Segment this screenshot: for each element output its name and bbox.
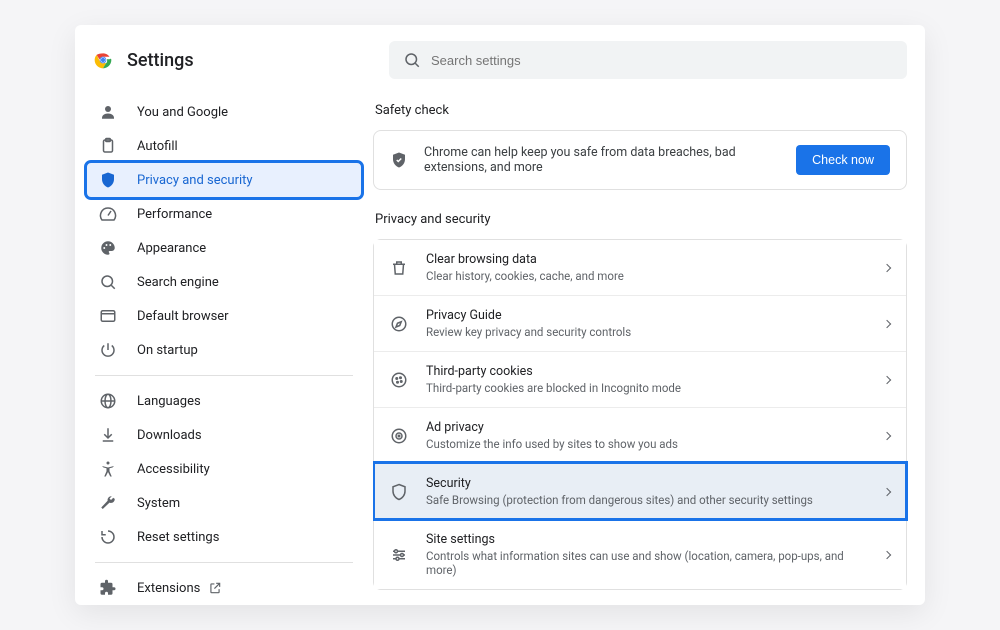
sidebar-item-accessibility[interactable]: Accessibility — [87, 452, 361, 486]
sidebar-item-appearance[interactable]: Appearance — [87, 231, 361, 265]
sidebar-item-default-browser[interactable]: Default browser — [87, 299, 361, 333]
sidebar-item-you-and-google[interactable]: You and Google — [87, 95, 361, 129]
globe-icon — [99, 392, 117, 410]
palette-icon — [99, 239, 117, 257]
row-title: Clear browsing data — [426, 252, 866, 267]
speedometer-icon — [99, 205, 117, 223]
search-input[interactable] — [431, 53, 893, 68]
row-text: Clear browsing data Clear history, cooki… — [426, 252, 866, 283]
power-icon — [99, 341, 117, 359]
sidebar-item-label: Default browser — [137, 309, 229, 324]
sidebar-item-extensions[interactable]: Extensions — [87, 571, 361, 605]
sidebar-item-languages[interactable]: Languages — [87, 384, 361, 418]
sidebar-item-reset-settings[interactable]: Reset settings — [87, 520, 361, 554]
sidebar-item-label: Reset settings — [137, 530, 219, 545]
tune-icon — [390, 546, 408, 564]
row-text: Site settings Controls what information … — [426, 532, 866, 577]
open-external-icon — [208, 581, 222, 595]
row-title: Ad privacy — [426, 420, 866, 435]
shield-icon — [390, 483, 408, 501]
divider — [95, 562, 353, 563]
settings-window: Settings You and Google Autofill Privacy… — [75, 25, 925, 605]
sidebar-item-autofill[interactable]: Autofill — [87, 129, 361, 163]
row-text: Third-party cookies Third-party cookies … — [426, 364, 866, 395]
browser-icon — [99, 307, 117, 325]
chrome-logo-icon — [93, 50, 113, 70]
wrench-icon — [99, 494, 117, 512]
row-third-party-cookies[interactable]: Third-party cookies Third-party cookies … — [374, 351, 906, 407]
sidebar-item-privacy-and-security[interactable]: Privacy and security — [87, 163, 361, 197]
main-content: Safety check Chrome can help keep you sa… — [373, 89, 925, 605]
row-sub: Third-party cookies are blocked in Incog… — [426, 381, 866, 395]
sidebar-item-label: System — [137, 496, 180, 511]
sidebar-item-label: Accessibility — [137, 462, 210, 477]
privacy-card: Clear browsing data Clear history, cooki… — [373, 239, 907, 590]
chevron-right-icon — [883, 487, 891, 495]
sidebar-item-label: Search engine — [137, 275, 219, 290]
row-sub: Clear history, cookies, cache, and more — [426, 269, 866, 283]
section-title-privacy: Privacy and security — [375, 212, 907, 227]
cookie-icon — [390, 371, 408, 389]
row-title: Site settings — [426, 532, 866, 547]
sidebar-item-performance[interactable]: Performance — [87, 197, 361, 231]
page-title: Settings — [127, 50, 194, 71]
chevron-right-icon — [883, 375, 891, 383]
search-icon — [403, 51, 421, 69]
safety-check-description: Chrome can help keep you safe from data … — [424, 145, 780, 175]
row-title: Privacy Guide — [426, 308, 866, 323]
sidebar-item-search-engine[interactable]: Search engine — [87, 265, 361, 299]
extension-icon — [99, 579, 117, 597]
sidebar-item-label: Extensions — [137, 581, 222, 596]
check-now-button[interactable]: Check now — [796, 145, 890, 175]
sidebar-item-label: Performance — [137, 207, 212, 222]
trash-icon — [390, 259, 408, 277]
row-sub: Safe Browsing (protection from dangerous… — [426, 493, 866, 507]
sidebar-item-label: You and Google — [137, 105, 228, 120]
row-text: Ad privacy Customize the info used by si… — [426, 420, 866, 451]
row-sub: Controls what information sites can use … — [426, 549, 866, 577]
sidebar-item-downloads[interactable]: Downloads — [87, 418, 361, 452]
row-title: Security — [426, 476, 866, 491]
row-ad-privacy[interactable]: Ad privacy Customize the info used by si… — [374, 407, 906, 463]
sidebar: You and Google Autofill Privacy and secu… — [75, 89, 373, 605]
compass-icon — [390, 315, 408, 333]
sidebar-item-system[interactable]: System — [87, 486, 361, 520]
row-sub: Customize the info used by sites to show… — [426, 437, 866, 451]
row-title: Third-party cookies — [426, 364, 866, 379]
title-group: Settings — [93, 50, 373, 71]
body: You and Google Autofill Privacy and secu… — [75, 89, 925, 605]
sidebar-item-label: On startup — [137, 343, 198, 358]
shield-check-icon — [390, 151, 408, 169]
divider — [95, 375, 353, 376]
clipboard-icon — [99, 137, 117, 155]
ad-icon — [390, 427, 408, 445]
row-text: Privacy Guide Review key privacy and sec… — [426, 308, 866, 339]
row-clear-browsing-data[interactable]: Clear browsing data Clear history, cooki… — [374, 240, 906, 295]
reset-icon — [99, 528, 117, 546]
row-security[interactable]: Security Safe Browsing (protection from … — [374, 463, 906, 519]
chevron-right-icon — [883, 550, 891, 558]
safety-check-card: Chrome can help keep you safe from data … — [373, 130, 907, 190]
topbar: Settings — [75, 25, 925, 89]
row-site-settings[interactable]: Site settings Controls what information … — [374, 519, 906, 589]
sidebar-item-label: Privacy and security — [137, 173, 253, 188]
sidebar-item-label: Downloads — [137, 428, 202, 443]
sidebar-item-label: Appearance — [137, 241, 206, 256]
person-icon — [99, 103, 117, 121]
chevron-right-icon — [883, 263, 891, 271]
download-icon — [99, 426, 117, 444]
section-title-safety-check: Safety check — [375, 103, 907, 118]
accessibility-icon — [99, 460, 117, 478]
shield-icon — [99, 171, 117, 189]
row-privacy-guide[interactable]: Privacy Guide Review key privacy and sec… — [374, 295, 906, 351]
chevron-right-icon — [883, 319, 891, 327]
sidebar-item-label: Autofill — [137, 139, 178, 154]
row-sub: Review key privacy and security controls — [426, 325, 866, 339]
search-icon — [99, 273, 117, 291]
chevron-right-icon — [883, 431, 891, 439]
sidebar-item-on-startup[interactable]: On startup — [87, 333, 361, 367]
search-box[interactable] — [389, 41, 907, 79]
sidebar-item-label: Languages — [137, 394, 201, 409]
row-text: Security Safe Browsing (protection from … — [426, 476, 866, 507]
